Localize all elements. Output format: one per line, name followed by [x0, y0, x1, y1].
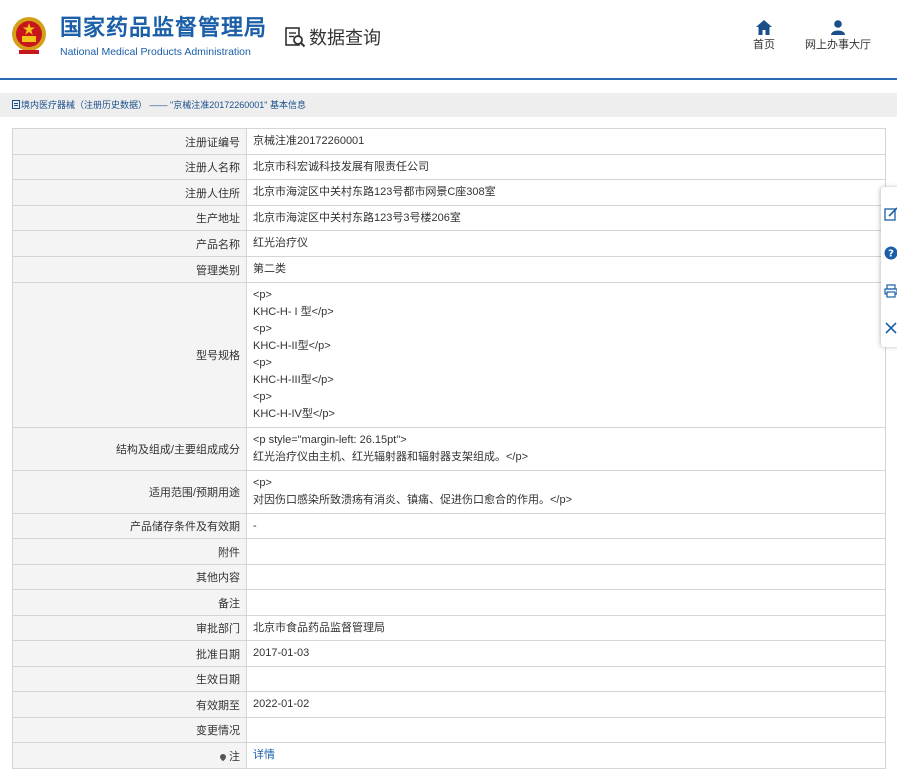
row-label: 管理类别 — [12, 256, 247, 283]
pin-icon — [218, 752, 228, 761]
registration-info-table: 注册证编号 京械注准20172260001 注册人名称 北京市科宏诚科技发展有限责任… — [12, 128, 886, 769]
row-label: 注册人名称 — [12, 154, 247, 180]
breadcrumb: 境内医疗器械（注册历史数据） —— "京械注准20172260001" 基本信息 — [0, 93, 897, 117]
row-value: <p> 对因伤口感染所致溃疡有消炎、镇痛、促进伤口愈合的作用。</p> — [246, 470, 886, 514]
row-value: <p style="margin-left: 26.15pt"> 红光治疗仪由主… — [246, 427, 886, 471]
row-value: 红光治疗仪 — [246, 230, 886, 257]
row-value: 第二类 — [246, 256, 886, 283]
row-label: 产品储存条件及有效期 — [12, 513, 247, 539]
row-label: 附件 — [12, 538, 247, 565]
row-value: 2022-01-02 — [246, 691, 886, 718]
row-value: 北京市海淀区中关村东路123号都市网景C座308室 — [246, 179, 886, 206]
row-label: 有效期至 — [12, 691, 247, 718]
side-toolbar: ? — [881, 187, 897, 347]
row-value — [246, 717, 886, 743]
row-label: 批准日期 — [12, 640, 247, 667]
row-value: 京械注准20172260001 — [246, 128, 886, 155]
row-value: 详情 — [246, 742, 886, 769]
row-label: 生产地址 — [12, 205, 247, 231]
table-row: 注册人名称 北京市科宏诚科技发展有限责任公司 — [12, 154, 886, 180]
table-row: 适用范围/预期用途 <p> 对因伤口感染所致溃疡有消炎、镇痛、促进伤口愈合的作用。… — [12, 470, 886, 514]
table-row: 型号规格 <p> KHC-H- I 型</p> <p> KHC-H-II型</p>… — [12, 282, 886, 428]
row-label: 产品名称 — [12, 230, 247, 257]
row-label-note: 注 — [12, 742, 247, 769]
nav-home-link[interactable]: 首页 — [750, 20, 778, 52]
document-icon — [12, 100, 20, 109]
details-link[interactable]: 详情 — [253, 749, 275, 761]
row-value — [246, 564, 886, 590]
user-icon — [831, 20, 845, 35]
row-value: 北京市食品药品监督管理局 — [246, 615, 886, 641]
row-value — [246, 538, 886, 565]
nav-home-label: 首页 — [753, 39, 775, 51]
table-row: 备注 — [12, 589, 886, 616]
nav-online-hall-label: 网上办事大厅 — [805, 39, 871, 51]
row-label: 备注 — [12, 589, 247, 616]
agency-name-cn: 国家药品监督管理局 — [60, 15, 268, 40]
row-label: 生效日期 — [12, 666, 247, 692]
agency-name[interactable]: 国家药品监督管理局 National Medical Products Admi… — [60, 15, 267, 59]
row-value: 北京市科宏诚科技发展有限责任公司 — [246, 154, 886, 180]
table-row: 产品储存条件及有效期 - — [12, 513, 886, 539]
note-label: 注 — [229, 750, 240, 763]
table-row: 有效期至 2022-01-02 — [12, 691, 886, 718]
breadcrumb-text[interactable]: 境内医疗器械（注册历史数据） —— "京械注准20172260001" 基本信息 — [21, 100, 306, 110]
edit-icon[interactable] — [884, 207, 897, 221]
row-value: 北京市海淀区中关村东路123号3号楼206室 — [246, 205, 886, 231]
table-row: 结构及组成/主要组成成分 <p style="margin-left: 26.15… — [12, 427, 886, 471]
row-value: <p> KHC-H- I 型</p> <p> KHC-H-II型</p> <p>… — [246, 282, 886, 428]
table-row: 附件 — [12, 538, 886, 565]
close-icon[interactable] — [884, 321, 897, 335]
row-label: 注册证编号 — [12, 128, 247, 155]
table-row: 审批部门 北京市食品药品监督管理局 — [12, 615, 886, 641]
row-value — [246, 589, 886, 616]
help-icon[interactable]: ? — [884, 246, 897, 260]
nav-online-hall-link[interactable]: 网上办事大厅 — [802, 20, 874, 52]
table-row: 注册人住所 北京市海淀区中关村东路123号都市网景C座308室 — [12, 179, 886, 206]
agency-name-en: National Medical Products Administration — [60, 46, 251, 58]
row-label: 审批部门 — [12, 615, 247, 641]
table-row: 产品名称 红光治疗仪 — [12, 230, 886, 257]
row-label: 结构及组成/主要组成成分 — [12, 427, 247, 471]
table-row: 生产地址 北京市海淀区中关村东路123号3号楼206室 — [12, 205, 886, 231]
table-row: 生效日期 — [12, 666, 886, 692]
site-header: 国家药品监督管理局 National Medical Products Admi… — [0, 0, 897, 80]
print-icon[interactable] — [884, 284, 897, 298]
home-icon — [756, 20, 772, 35]
data-query-icon — [285, 27, 306, 48]
table-row: 变更情况 — [12, 717, 886, 743]
row-label: 其他内容 — [12, 564, 247, 590]
table-row: 注册证编号 京械注准20172260001 — [12, 128, 886, 155]
table-row: 批准日期 2017-01-03 — [12, 640, 886, 667]
row-value — [246, 666, 886, 692]
table-row: 其他内容 — [12, 564, 886, 590]
table-row: 管理类别 第二类 — [12, 256, 886, 283]
row-value: - — [246, 513, 886, 539]
data-query-label: 数据查询 — [309, 28, 381, 48]
row-label: 注册人住所 — [12, 179, 247, 206]
row-value: 2017-01-03 — [246, 640, 886, 667]
svg-text:?: ? — [888, 249, 894, 260]
table-row: 注 详情 — [12, 742, 886, 769]
national-emblem-logo — [12, 17, 46, 54]
row-label: 适用范围/预期用途 — [12, 470, 247, 514]
row-label: 变更情况 — [12, 717, 247, 743]
data-query-title: 数据查询 — [284, 24, 381, 50]
row-label: 型号规格 — [12, 282, 247, 428]
